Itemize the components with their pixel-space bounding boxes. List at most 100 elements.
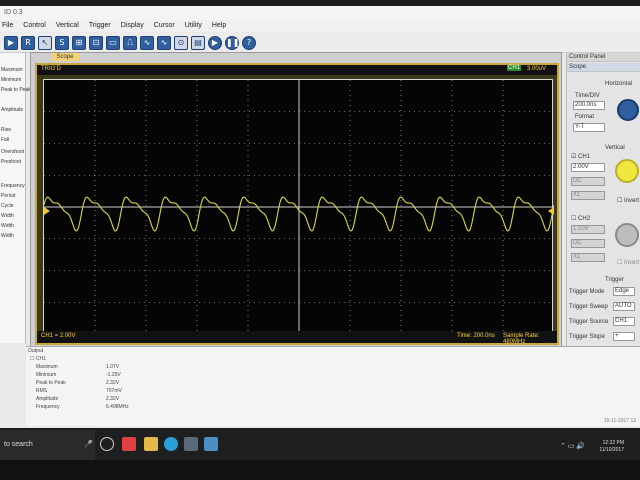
measure-row: Maximum 1.07V	[36, 364, 236, 372]
control-panel-tab[interactable]: Scope	[567, 63, 640, 72]
measure-item[interactable]: Cycle	[1, 203, 14, 209]
trigger-mode-label: Trigger Mode	[569, 289, 605, 295]
fft-icon[interactable]: ⎍	[123, 35, 137, 50]
waveform-grid[interactable]	[43, 79, 555, 334]
menu-trigger[interactable]: Trigger	[89, 22, 111, 30]
ch1-volt-select[interactable]: 2.00V	[571, 163, 605, 172]
output-channel[interactable]: ☐ CH1	[30, 356, 46, 362]
menu-control[interactable]: Control	[23, 22, 46, 30]
measure-item[interactable]: Width	[1, 223, 14, 229]
horizontal-knob-icon[interactable]	[617, 99, 639, 121]
measure-item[interactable]: Peak to Peak	[1, 87, 31, 93]
trigger-status: TRIG'D	[41, 66, 61, 72]
measure-item[interactable]: Width	[1, 233, 14, 239]
file-explorer-icon[interactable]	[144, 437, 158, 451]
menu-bar: File Control Vertical Trigger Display Cu…	[0, 20, 640, 32]
menu-utility[interactable]: Utility	[185, 22, 202, 30]
ref-icon[interactable]: ⊙	[174, 35, 188, 50]
scope-display-frame: TRIG'D CH1 3.00uV CH1 = 2.00V Time: 200.…	[35, 63, 559, 345]
ch2-knob-icon[interactable]	[615, 223, 639, 247]
oscilloscope-app: ID 0.3 File Control Vertical Trigger Dis…	[0, 6, 640, 428]
measure-key: RMS	[36, 388, 48, 394]
measure-item[interactable]: Preshoot	[1, 159, 21, 165]
ch2-coupling-select[interactable]: DC	[571, 239, 605, 248]
autoset-icon[interactable]: ∿	[157, 35, 171, 50]
sample-rate: Sample Rate: 480MHz	[503, 333, 540, 345]
app-icon[interactable]	[122, 437, 136, 451]
ch1-invert-label: Invert	[624, 198, 640, 204]
ch2-checkbox[interactable]: ☐ CH2	[571, 215, 590, 222]
measure-item[interactable]: Maximum	[1, 67, 23, 73]
skype-icon[interactable]	[164, 437, 178, 451]
taskbar-search-label: to search	[4, 441, 33, 448]
trigger-sweep-select[interactable]: AUTO	[613, 302, 635, 311]
save-icon[interactable]: ▤	[191, 35, 205, 50]
microphone-icon[interactable]: 🎤	[84, 430, 93, 460]
ch1-coupling-select[interactable]: DC	[571, 177, 605, 186]
ch1-probe-select[interactable]: X1	[571, 191, 605, 200]
measure-row: Minimum -1.25V	[36, 372, 236, 380]
system-clock[interactable]: 12:32 PM 11/10/2017	[599, 440, 624, 454]
ch1-checkbox[interactable]: ☑ CH1	[571, 153, 590, 160]
measure-key: Maximum	[36, 364, 58, 370]
menu-display[interactable]: Display	[121, 22, 144, 30]
time-base: Time: 200.0ns	[457, 333, 495, 339]
channel-badge: CH1	[507, 65, 522, 71]
measure-item[interactable]: Minimum	[1, 77, 21, 83]
ch2-invert-checkbox[interactable]: ☐ Invert	[617, 259, 639, 266]
measure-item[interactable]: Width	[1, 213, 14, 219]
ch2-probe-select[interactable]: X1	[571, 253, 605, 262]
menu-help[interactable]: Help	[212, 22, 226, 30]
format-label: Format	[575, 114, 595, 120]
measure-icon[interactable]: ⊡	[89, 35, 103, 50]
output-panel: Output ☐ CH1 Maximum 1.07V Minimum -1.25…	[26, 346, 640, 426]
measure-item[interactable]: Overshoot	[1, 149, 24, 155]
ch2-volt-select[interactable]: 1.00V	[571, 225, 605, 234]
trigger-slope-label: Trigger Slope	[569, 334, 605, 340]
cursor-icon[interactable]: ↖	[38, 35, 52, 50]
play-icon[interactable]: ▶	[208, 35, 222, 50]
time-div-select[interactable]: 200.0ns	[573, 101, 605, 110]
trigger-mode-select[interactable]: Edge	[613, 287, 635, 296]
measure-row: Amplitude 2.32V	[36, 396, 236, 404]
stop-icon[interactable]: R	[21, 35, 35, 50]
math-icon[interactable]: ▭	[106, 35, 120, 50]
app-icon[interactable]	[204, 437, 218, 451]
format-select[interactable]: Y-T	[573, 123, 605, 132]
ch1-invert-checkbox[interactable]: ☐ Invert	[617, 197, 639, 204]
measure-value: 2.32V	[106, 380, 120, 386]
measure-value: 6.498MHz	[106, 404, 129, 410]
measure-item[interactable]: Period	[1, 193, 15, 199]
measure-key: Peak to Peak	[36, 380, 66, 386]
channel-scale: CH1 = 2.00V	[41, 333, 76, 339]
single-icon[interactable]: ⊞	[72, 35, 86, 50]
ch1-knob-icon[interactable]	[615, 159, 639, 183]
taskbar: to search 🎤 ⌃ ▭ 🔊 12:32 PM 11/10/2017	[0, 430, 640, 460]
toolbar: ▶ R ↖ S ⊞ ⊡ ▭ ⎍ ∿ ∿ ⊙ ▤ ▶ ❚❚ ?	[0, 33, 640, 53]
status-timestamp: 10-11-2017 13	[603, 418, 636, 424]
run-icon[interactable]: ▶	[4, 35, 18, 50]
window-title: ID 0.3	[0, 6, 640, 20]
tray-icons[interactable]: ⌃ ▭ 🔊	[560, 442, 585, 450]
ch2-label: CH2	[578, 216, 591, 222]
taskbar-search[interactable]: to search 🎤	[0, 430, 95, 460]
task-view-icon[interactable]	[100, 437, 114, 451]
measure-row: Frequency 6.498MHz	[36, 404, 236, 412]
measure-value: 707mV	[106, 388, 122, 394]
menu-cursor[interactable]: Cursor	[154, 22, 175, 30]
single-icon[interactable]: S	[55, 35, 69, 50]
pause-icon[interactable]: ❚❚	[225, 35, 239, 50]
help-icon[interactable]: ?	[242, 35, 256, 50]
measure-key: Frequency	[36, 404, 60, 410]
scope-app-icon[interactable]	[184, 437, 198, 451]
trigger-source-select[interactable]: CH1	[613, 317, 635, 326]
scope-tab[interactable]: Scope	[51, 53, 79, 61]
menu-vertical[interactable]: Vertical	[56, 22, 79, 30]
measure-item[interactable]: Frequency	[1, 183, 25, 189]
measure-item[interactable]: Fall	[1, 137, 9, 143]
wave-icon[interactable]: ∿	[140, 35, 154, 50]
trigger-slope-select[interactable]: +	[613, 332, 635, 341]
menu-file[interactable]: File	[2, 22, 13, 30]
measure-item[interactable]: Rise	[1, 127, 11, 133]
measure-item[interactable]: Amplitude	[1, 107, 23, 113]
